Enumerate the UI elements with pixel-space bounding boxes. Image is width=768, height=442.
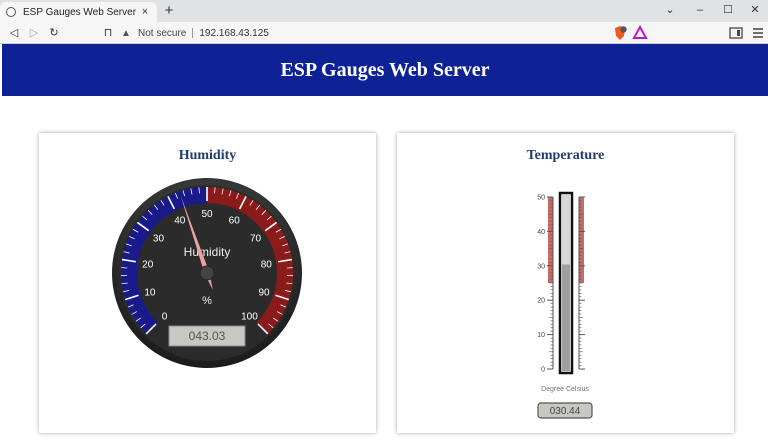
humidity-card: Humidity 0 10 20 30 40 50 60 70 80 90 100 Humidity%…	[39, 133, 376, 433]
gauge-unit: %	[202, 295, 212, 307]
temp-highlight-right	[579, 197, 584, 283]
security-label: Not secure	[138, 27, 187, 39]
browser-toolbar: ◁ ▷ ↻ ⊓ ▲ Not secure 192.168.43.125	[0, 22, 768, 44]
temp-tick-label: 0	[541, 367, 545, 374]
gauge-tick-label: 90	[259, 288, 271, 299]
url-text: 192.168.43.125	[199, 27, 269, 39]
tab-title: ESP Gauges Web Server	[23, 6, 137, 18]
gauge-minor-tick	[214, 187, 216, 194]
globe-icon	[6, 7, 16, 17]
gauge-tick-label: 100	[241, 311, 258, 322]
temperature-card: Temperature 0 10 20 30 40 50 Degree Celsius 030…	[397, 133, 734, 433]
brave-shield-icon[interactable]	[612, 25, 628, 41]
new-tab-button[interactable]: +	[161, 2, 177, 20]
temp-tick-label: 40	[537, 229, 545, 236]
omnibox-separator	[192, 28, 194, 38]
temp-level-fill	[562, 264, 570, 371]
gauge-tick-label: 80	[261, 260, 273, 271]
gauge-tick-label: 50	[201, 209, 213, 220]
temp-tube-empty	[562, 195, 570, 265]
tab-search-icon[interactable]: ⌄	[660, 2, 680, 18]
temp-tick-label: 20	[537, 298, 545, 305]
gauge-tick-label: 60	[229, 216, 241, 227]
menu-icon[interactable]	[750, 25, 766, 41]
maximize-icon[interactable]: ☐	[718, 2, 738, 18]
brave-rewards-icon[interactable]	[632, 25, 648, 41]
gauge-value-text: 043.03	[189, 329, 226, 343]
warning-icon[interactable]: ▲	[120, 28, 132, 39]
gauge-tick-label: 40	[174, 216, 186, 227]
temp-highlight-left	[548, 197, 553, 283]
page-title: ESP Gauges Web Server	[280, 58, 490, 81]
gauge-needle-hub	[199, 265, 215, 281]
gauge-tick-label: 70	[250, 234, 262, 245]
browser-tab-bar: ESP Gauges Web Server × + ⌄ – ☐ ✕	[0, 0, 768, 22]
tab-close-icon[interactable]: ×	[139, 6, 151, 18]
forward-icon[interactable]: ▷	[26, 25, 42, 41]
humidity-gauge: 0 10 20 30 40 50 60 70 80 90 100 Humidity% 043.03	[112, 178, 302, 368]
temp-unit-label: Degree Celsius	[541, 386, 589, 393]
browser-tab[interactable]: ESP Gauges Web Server ×	[0, 2, 157, 22]
page-header: ESP Gauges Web Server	[2, 44, 768, 96]
gauge-title: Humidity	[184, 245, 231, 259]
temperature-gauge: 0 10 20 30 40 50 Degree Celsius 030.44	[537, 191, 593, 419]
reload-icon[interactable]: ↻	[46, 25, 62, 41]
gauge-tick-label: 20	[142, 260, 154, 271]
temp-tick-label: 10	[537, 332, 545, 339]
gauge-tick-label: 10	[144, 288, 156, 299]
temp-tick-label: 30	[537, 263, 545, 270]
sidebar-icon[interactable]	[728, 25, 744, 41]
window-close-icon[interactable]: ✕	[745, 2, 765, 18]
address-bar[interactable]: ▲ Not secure 192.168.43.125	[120, 24, 660, 42]
minimize-icon[interactable]: –	[690, 2, 710, 18]
gauge-tick-label: 0	[162, 311, 168, 322]
temp-tick-label: 50	[537, 195, 545, 202]
gauge-minor-tick	[198, 187, 200, 194]
temp-value-text: 030.44	[550, 406, 581, 417]
bookmark-icon[interactable]: ⊓	[100, 25, 116, 41]
back-icon[interactable]: ◁	[6, 25, 22, 41]
gauge-tick-label: 30	[153, 234, 165, 245]
